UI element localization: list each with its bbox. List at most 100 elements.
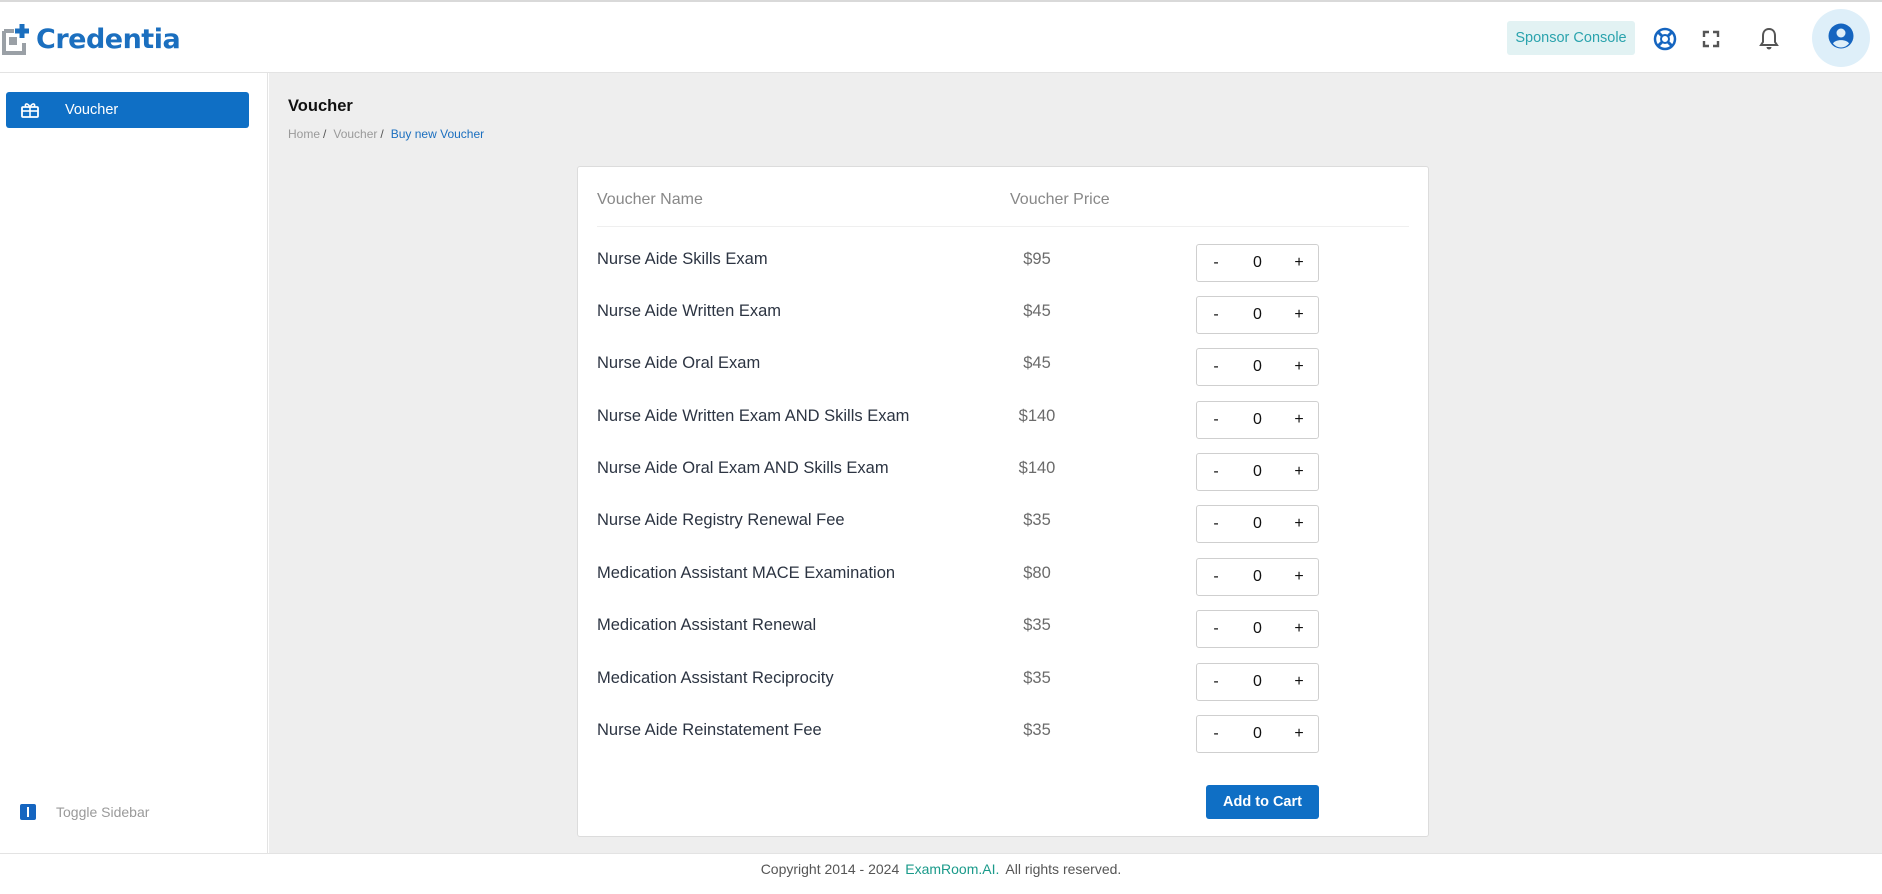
table-row: Nurse Aide Written Exam AND Skills Exam …: [597, 395, 1409, 447]
toggle-sidebar-button[interactable]: Toggle Sidebar: [20, 804, 149, 820]
column-header-name: Voucher Name: [597, 191, 703, 208]
quantity-value[interactable]: 0: [1235, 725, 1280, 743]
examroom-link[interactable]: ExamRoom.AI.: [905, 861, 999, 877]
quantity-stepper: - 0 +: [1196, 610, 1319, 648]
add-to-cart-button[interactable]: Add to Cart: [1206, 785, 1319, 819]
voucher-price: $95: [1023, 250, 1051, 268]
voucher-name: Nurse Aide Written Exam AND Skills Exam: [597, 407, 910, 425]
quantity-value[interactable]: 0: [1235, 515, 1280, 533]
sidebar-toggle-icon: [20, 804, 36, 820]
quantity-value[interactable]: 0: [1235, 306, 1280, 324]
voucher-name: Medication Assistant MACE Examination: [597, 564, 896, 582]
voucher-price: $45: [1023, 302, 1051, 320]
credentia-logo[interactable]: Credentia: [2, 22, 181, 56]
quantity-stepper: - 0 +: [1196, 401, 1319, 439]
app-header: Credentia Sponsor Console: [0, 2, 1882, 73]
voucher-price: $45: [1023, 354, 1051, 372]
increment-button[interactable]: +: [1280, 620, 1318, 638]
decrement-button[interactable]: -: [1197, 463, 1235, 481]
table-row: Nurse Aide Oral Exam AND Skills Exam $14…: [597, 447, 1409, 499]
table-row: Medication Assistant MACE Examination $8…: [597, 552, 1409, 604]
increment-button[interactable]: +: [1280, 568, 1318, 586]
page-title: Voucher: [288, 97, 353, 115]
decrement-button[interactable]: -: [1197, 673, 1235, 691]
quantity-stepper: - 0 +: [1196, 663, 1319, 701]
rights-text: All rights reserved.: [1005, 861, 1122, 877]
quantity-value[interactable]: 0: [1235, 254, 1280, 272]
voucher-name: Nurse Aide Registry Renewal Fee: [597, 511, 845, 529]
breadcrumb-voucher[interactable]: Voucher: [333, 127, 377, 141]
copyright-text: Copyright 2014 - 2024: [760, 861, 900, 877]
table-row: Medication Assistant Reciprocity $35 - 0…: [597, 657, 1409, 709]
breadcrumb: Home / Voucher / Buy new Voucher: [288, 127, 485, 141]
quantity-stepper: - 0 +: [1196, 453, 1319, 491]
voucher-price: $35: [1023, 721, 1051, 739]
user-avatar[interactable]: [1812, 9, 1870, 67]
sidebar-item-label: Voucher: [65, 102, 119, 118]
decrement-button[interactable]: -: [1197, 515, 1235, 533]
voucher-card: Voucher Name Voucher Price Nurse Aide Sk…: [577, 166, 1429, 837]
toggle-sidebar-label: Toggle Sidebar: [56, 804, 150, 820]
table-header: Voucher Name Voucher Price: [597, 167, 1409, 227]
voucher-name: Medication Assistant Reciprocity: [597, 669, 834, 687]
logo-cross-icon: [2, 23, 32, 55]
logo-text: Credentia: [36, 23, 181, 55]
increment-button[interactable]: +: [1280, 673, 1318, 691]
quantity-stepper: - 0 +: [1196, 348, 1319, 386]
increment-button[interactable]: +: [1280, 515, 1318, 533]
decrement-button[interactable]: -: [1197, 306, 1235, 324]
support-icon[interactable]: [1653, 27, 1677, 51]
voucher-name: Nurse Aide Oral Exam AND Skills Exam: [597, 459, 889, 477]
decrement-button[interactable]: -: [1197, 568, 1235, 586]
page-footer: Copyright 2014 - 2024 ExamRoom.AI. All r…: [0, 853, 1882, 894]
quantity-value[interactable]: 0: [1235, 620, 1280, 638]
increment-button[interactable]: +: [1280, 254, 1318, 272]
increment-button[interactable]: +: [1280, 358, 1318, 376]
quantity-value[interactable]: 0: [1235, 358, 1280, 376]
table-row: Nurse Aide Skills Exam $95 - 0 +: [597, 238, 1409, 290]
increment-button[interactable]: +: [1280, 306, 1318, 324]
user-account-icon: [1828, 23, 1854, 54]
increment-button[interactable]: +: [1280, 463, 1318, 481]
quantity-value[interactable]: 0: [1235, 463, 1280, 481]
voucher-name: Medication Assistant Renewal: [597, 616, 817, 634]
decrement-button[interactable]: -: [1197, 411, 1235, 429]
table-row: Nurse Aide Written Exam $45 - 0 +: [597, 290, 1409, 342]
sponsor-console-button[interactable]: Sponsor Console: [1507, 21, 1635, 55]
voucher-name: Nurse Aide Oral Exam: [597, 354, 761, 372]
breadcrumb-current: Buy new Voucher: [390, 127, 485, 141]
quantity-stepper: - 0 +: [1196, 505, 1319, 543]
voucher-price: $140: [1018, 459, 1056, 477]
voucher-name: Nurse Aide Reinstatement Fee: [597, 721, 822, 739]
notifications-bell-icon[interactable]: [1757, 26, 1781, 52]
decrement-button[interactable]: -: [1197, 620, 1235, 638]
quantity-stepper: - 0 +: [1196, 244, 1319, 282]
quantity-value[interactable]: 0: [1235, 568, 1280, 586]
voucher-price: $35: [1023, 669, 1051, 687]
voucher-price: $140: [1018, 407, 1056, 425]
voucher-price: $35: [1023, 511, 1051, 529]
table-row: Nurse Aide Oral Exam $45 - 0 +: [597, 342, 1409, 394]
main-content: Voucher Home / Voucher / Buy new Voucher V…: [269, 73, 1882, 853]
table-row: Nurse Aide Registry Renewal Fee $35 - 0 …: [597, 499, 1409, 551]
voucher-icon: [21, 102, 51, 118]
increment-button[interactable]: +: [1280, 725, 1318, 743]
sidebar-item-voucher[interactable]: Voucher: [6, 92, 249, 128]
voucher-price: $35: [1023, 616, 1051, 634]
fullscreen-icon[interactable]: [1700, 28, 1722, 50]
breadcrumb-home[interactable]: Home: [288, 127, 320, 141]
decrement-button[interactable]: -: [1197, 254, 1235, 272]
voucher-name: Nurse Aide Written Exam: [597, 302, 782, 320]
decrement-button[interactable]: -: [1197, 725, 1235, 743]
quantity-value[interactable]: 0: [1235, 673, 1280, 691]
quantity-stepper: - 0 +: [1196, 296, 1319, 334]
quantity-value[interactable]: 0: [1235, 411, 1280, 429]
column-header-price: Voucher Price: [1010, 191, 1110, 208]
voucher-price: $80: [1023, 564, 1051, 582]
decrement-button[interactable]: -: [1197, 358, 1235, 376]
quantity-stepper: - 0 +: [1196, 558, 1319, 596]
table-row: Medication Assistant Renewal $35 - 0 +: [597, 604, 1409, 656]
table-row: Nurse Aide Reinstatement Fee $35 - 0 +: [597, 709, 1409, 761]
voucher-name: Nurse Aide Skills Exam: [597, 250, 768, 268]
increment-button[interactable]: +: [1280, 411, 1318, 429]
